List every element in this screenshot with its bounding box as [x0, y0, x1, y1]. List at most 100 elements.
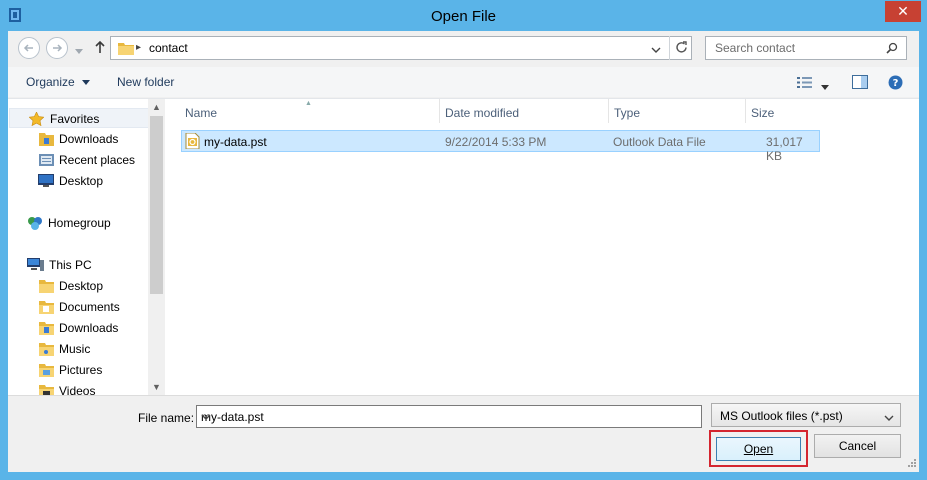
sidebar-item-music[interactable]: Music: [8, 339, 148, 359]
file-list: ▲ Name Date modified Type Size my-data.p…: [165, 98, 919, 395]
up-folder-icon[interactable]: [94, 40, 106, 57]
sidebar-item-label: This PC: [49, 258, 92, 272]
folder-icon: [39, 300, 54, 317]
star-icon: [28, 111, 45, 129]
sidebar-item-pictures[interactable]: Pictures: [8, 360, 148, 380]
back-arrow-icon: [23, 44, 33, 52]
table-row[interactable]: my-data.pst 9/22/2014 5:33 PM Outlook Da…: [181, 130, 820, 163]
file-size: 31,017 KB: [766, 135, 803, 163]
view-options-icon[interactable]: [797, 76, 813, 92]
column-header-label: Type: [614, 106, 641, 120]
cancel-button[interactable]: Cancel: [814, 434, 901, 458]
column-header-label: Date modified: [445, 106, 520, 120]
sidebar-item-pc-desktop[interactable]: Desktop: [8, 276, 148, 296]
organize-button[interactable]: Organize: [26, 75, 91, 89]
sidebar-item-label: Downloads: [59, 132, 119, 146]
column-header-label: Size: [751, 106, 775, 120]
search-icon[interactable]: [886, 42, 898, 57]
resize-grip-icon[interactable]: [905, 458, 917, 470]
sidebar-item-label: Homegroup: [48, 216, 111, 230]
back-button[interactable]: [18, 37, 40, 59]
help-icon[interactable]: ?: [888, 75, 903, 93]
sidebar-item-label: Videos: [59, 384, 96, 395]
folder-icon: [39, 363, 54, 380]
window-title: Open File: [430, 8, 497, 25]
file-name: my-data.pst: [204, 135, 267, 149]
forward-button[interactable]: [46, 37, 68, 59]
address-bar[interactable]: ▸ contact: [110, 36, 692, 60]
file-name-dropdown-icon[interactable]: [201, 410, 211, 424]
sidebar-item-homegroup[interactable]: Homegroup: [8, 213, 148, 233]
sidebar-item-label: Downloads: [59, 321, 119, 335]
downloads-folder-icon: [39, 132, 54, 149]
sidebar-item-label: Desktop: [59, 174, 104, 188]
column-header-type[interactable]: Type: [609, 99, 745, 123]
organize-label: Organize: [26, 75, 75, 89]
dialog-body: ▸ contact Search contact Organize New fo…: [8, 31, 919, 472]
outlook-data-file-icon: [185, 132, 200, 152]
column-header-label: Name: [185, 106, 218, 120]
new-folder-button[interactable]: New folder: [117, 75, 174, 89]
search-placeholder: Search contact: [715, 41, 796, 55]
computer-icon: [27, 258, 44, 275]
svg-text:?: ?: [893, 78, 899, 89]
column-header-size[interactable]: Size: [746, 99, 821, 123]
navigation-pane: Favorites Downloads Recent places Deskto…: [8, 98, 165, 395]
breadcrumb-contact[interactable]: contact: [149, 41, 188, 55]
preview-pane-icon[interactable]: [852, 75, 868, 92]
folder-icon: [39, 279, 54, 296]
sidebar-item-pc-downloads[interactable]: Downloads: [8, 318, 148, 338]
open-button-label: Open: [743, 442, 774, 456]
file-date-modified: 9/22/2014 5:33 PM: [445, 135, 547, 149]
sidebar-scrollbar[interactable]: ▲ ▼: [148, 99, 165, 395]
open-button-highlight: Open: [709, 430, 808, 467]
sidebar-item-label: Recent places: [59, 153, 136, 167]
forward-arrow-icon: [53, 44, 63, 52]
file-name-field[interactable]: my-data.pst: [196, 405, 702, 428]
sidebar-item-videos[interactable]: Videos: [8, 381, 148, 395]
sidebar-item-favorites[interactable]: Favorites: [9, 108, 149, 128]
sort-ascending-icon: ▲: [305, 100, 312, 107]
sidebar-item-label: Favorites: [50, 112, 100, 126]
scroll-down-icon[interactable]: ▼: [148, 379, 165, 395]
view-dropdown-icon[interactable]: [821, 80, 829, 94]
column-header-date-modified[interactable]: Date modified: [440, 99, 608, 123]
breadcrumb-separator-icon: ▸: [136, 42, 142, 53]
sidebar-item-this-pc[interactable]: This PC: [8, 255, 148, 275]
sidebar-item-label: Pictures: [59, 363, 103, 377]
refresh-icon: [676, 41, 687, 53]
refresh-button[interactable]: [669, 36, 693, 60]
sidebar-item-label: Documents: [59, 300, 120, 314]
open-button[interactable]: Open: [716, 437, 801, 461]
file-type-select[interactable]: MS Outlook files (*.pst): [711, 403, 901, 427]
sidebar-item-downloads[interactable]: Downloads: [8, 129, 148, 149]
folder-icon: [39, 384, 54, 395]
sidebar-item-desktop[interactable]: Desktop: [8, 171, 148, 191]
file-name-label: File name:: [138, 411, 195, 425]
scroll-up-icon[interactable]: ▲: [148, 99, 165, 116]
close-button[interactable]: ✕: [885, 1, 921, 22]
recent-places-icon: [39, 153, 54, 170]
sidebar-item-documents[interactable]: Documents: [8, 297, 148, 317]
command-bar: Organize New folder ?: [8, 67, 919, 97]
search-input[interactable]: Search contact: [705, 36, 907, 60]
desktop-icon: [38, 174, 54, 190]
folder-icon: [118, 41, 134, 58]
folder-icon: [39, 321, 54, 338]
column-header-name[interactable]: ▲ Name: [165, 99, 439, 123]
file-type-value: MS Outlook files (*.pst): [720, 409, 843, 423]
folder-icon: [39, 342, 54, 359]
homegroup-icon: [27, 216, 43, 234]
address-dropdown-icon[interactable]: [651, 43, 661, 57]
sidebar-item-label: Music: [59, 342, 91, 356]
file-name-panel: File name: my-data.pst MS Outlook files …: [8, 395, 919, 472]
scroll-thumb[interactable]: [150, 116, 163, 294]
title-bar: Open File ✕: [0, 0, 927, 31]
recent-locations-chevron-icon[interactable]: [75, 44, 83, 58]
chevron-down-icon: [82, 80, 91, 85]
sidebar-item-recent-places[interactable]: Recent places: [8, 150, 148, 170]
open-file-dialog: Open File ✕ ▸ contact Search contact Org…: [0, 0, 927, 480]
sidebar-item-label: Desktop: [59, 279, 104, 293]
file-type: Outlook Data File: [613, 135, 706, 149]
chevron-down-icon: [884, 411, 894, 425]
